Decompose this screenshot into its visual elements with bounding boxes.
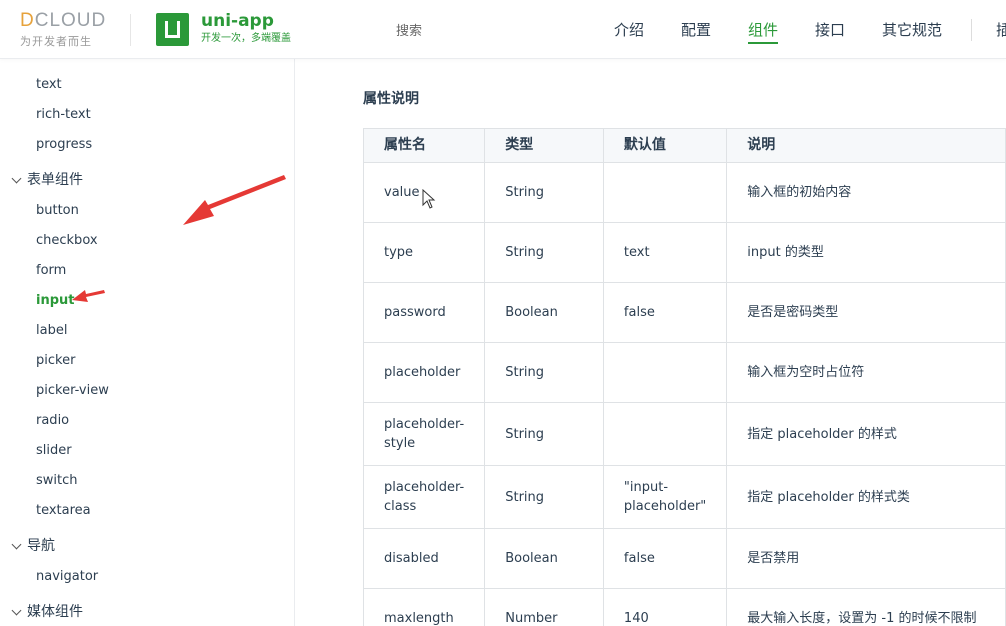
dcloud-logo[interactable]: DCLOUD 为开发者而生 [20,10,120,50]
cell-prop-desc: 输入框为空时占位符 [726,342,1006,403]
cell-prop-default: text [602,222,728,283]
sidebar: text rich-text progress 表单组件 button chec… [0,59,295,626]
section-title: 属性说明 [363,91,419,107]
table-header-row: 属性名 类型 默认值 说明 [362,128,1006,163]
nav-intro[interactable]: 介绍 [614,20,644,40]
cell-prop-type: Boolean [484,282,604,343]
sidebar-item-input[interactable]: input [36,292,75,310]
sidebar-item-picker[interactable]: picker [36,352,75,370]
cell-prop-name: placeholder-style [362,402,486,466]
cell-prop-type: String [484,342,604,403]
cell-prop-default: false [602,528,728,589]
cell-prop-name: placeholder-class [362,465,486,529]
sidebar-item-progress[interactable]: progress [36,136,92,154]
cell-prop-name: disabled [362,528,486,589]
cell-prop-desc: input 的类型 [726,222,1006,283]
main-content: —— —— 属性说明 属性名 类型 默认值 说明 value String 输入… [296,59,1006,626]
sidebar-item-rich-text[interactable]: rich-text [36,106,91,124]
cell-prop-default [602,342,728,403]
cell-prop-name: placeholder [362,342,486,403]
cell-prop-desc: 输入框的初始内容 [726,162,1006,223]
sidebar-group-form[interactable]: 表单组件 [11,170,83,190]
dcloud-wordmark: DCLOUD [20,10,107,31]
nav-components[interactable]: 组件 [748,20,779,44]
chevron-down-icon [11,173,22,183]
sidebar-item-switch[interactable]: switch [36,472,78,490]
cell-prop-name: type [362,222,486,283]
table-row: disabled Boolean false 是否禁用 [362,528,1006,589]
nav-divider [971,19,972,41]
faded-scrolled-text: —— —— [362,59,414,65]
sidebar-item-form[interactable]: form [36,262,66,280]
sidebar-item-picker-view[interactable]: picker-view [36,382,109,400]
cell-prop-desc: 是否是密码类型 [726,282,1006,343]
cell-prop-desc: 指定 placeholder 的样式 [726,402,1006,466]
cell-prop-default: false [602,282,728,343]
header-cell-name: 属性名 [362,128,486,163]
top-header: DCLOUD 为开发者而生 uni-app 开发一次，多端覆盖 介绍 配置 组件… [0,0,1006,59]
cell-prop-default [602,402,728,466]
mouse-cursor-icon [422,189,436,209]
chevron-down-icon [11,539,22,549]
cell-prop-type: Number [484,588,604,626]
sidebar-item-checkbox[interactable]: checkbox [36,232,98,250]
app-tagline: 开发一次，多端覆盖 [201,33,291,44]
table-row: maxlength Number 140 最大输入长度，设置为 -1 的时候不限… [362,588,1006,626]
table-row: password Boolean false 是否是密码类型 [362,282,1006,343]
header-divider [130,14,131,46]
chevron-down-icon [11,605,22,615]
cell-prop-default: "input-placeholder" [602,465,728,529]
nav-api[interactable]: 接口 [815,20,845,40]
header-cell-default: 默认值 [602,128,728,163]
sidebar-group-navigation[interactable]: 导航 [11,536,55,556]
header-cell-description: 说明 [726,128,1006,163]
uni-app-logo-icon[interactable] [156,13,189,46]
sidebar-item-navigator[interactable]: navigator [36,568,98,586]
table-row: placeholder String 输入框为空时占位符 [362,342,1006,403]
cell-prop-desc: 指定 placeholder 的样式类 [726,465,1006,529]
cell-prop-type: String [484,402,604,466]
nav-config[interactable]: 配置 [681,20,711,40]
sidebar-item-text[interactable]: text [36,76,62,94]
cell-prop-default [602,162,728,223]
cell-prop-type: Boolean [484,528,604,589]
cell-prop-default: 140 [602,588,728,626]
sidebar-group-media[interactable]: 媒体组件 [11,602,83,622]
table-row: type String text input 的类型 [362,222,1006,283]
app-title[interactable]: uni-app [201,11,274,31]
cell-prop-type: String [484,222,604,283]
table-row: placeholder-style String 指定 placeholder … [362,402,1006,466]
cell-prop-desc: 是否禁用 [726,528,1006,589]
nav-plugins[interactable]: 插 [996,20,1006,40]
cell-prop-name: maxlength [362,588,486,626]
sidebar-item-button[interactable]: button [36,202,79,220]
table-row: placeholder-class String "input-placehol… [362,465,1006,529]
sidebar-item-label[interactable]: label [36,322,67,340]
sidebar-item-radio[interactable]: radio [36,412,69,430]
search-input[interactable] [390,17,580,45]
header-cell-type: 类型 [484,128,604,163]
nav-other-specs[interactable]: 其它规范 [882,20,942,40]
sidebar-item-textarea[interactable]: textarea [36,502,91,520]
properties-table: 属性名 类型 默认值 说明 value String 输入框的初始内容 type… [362,128,1006,626]
cell-prop-type: String [484,465,604,529]
cell-prop-name: password [362,282,486,343]
cell-prop-desc: 最大输入长度，设置为 -1 的时候不限制 [726,588,1006,626]
table-row: value String 输入框的初始内容 [362,162,1006,223]
sidebar-item-slider[interactable]: slider [36,442,72,460]
cell-prop-type: String [484,162,604,223]
dcloud-tagline: 为开发者而生 [20,35,92,48]
